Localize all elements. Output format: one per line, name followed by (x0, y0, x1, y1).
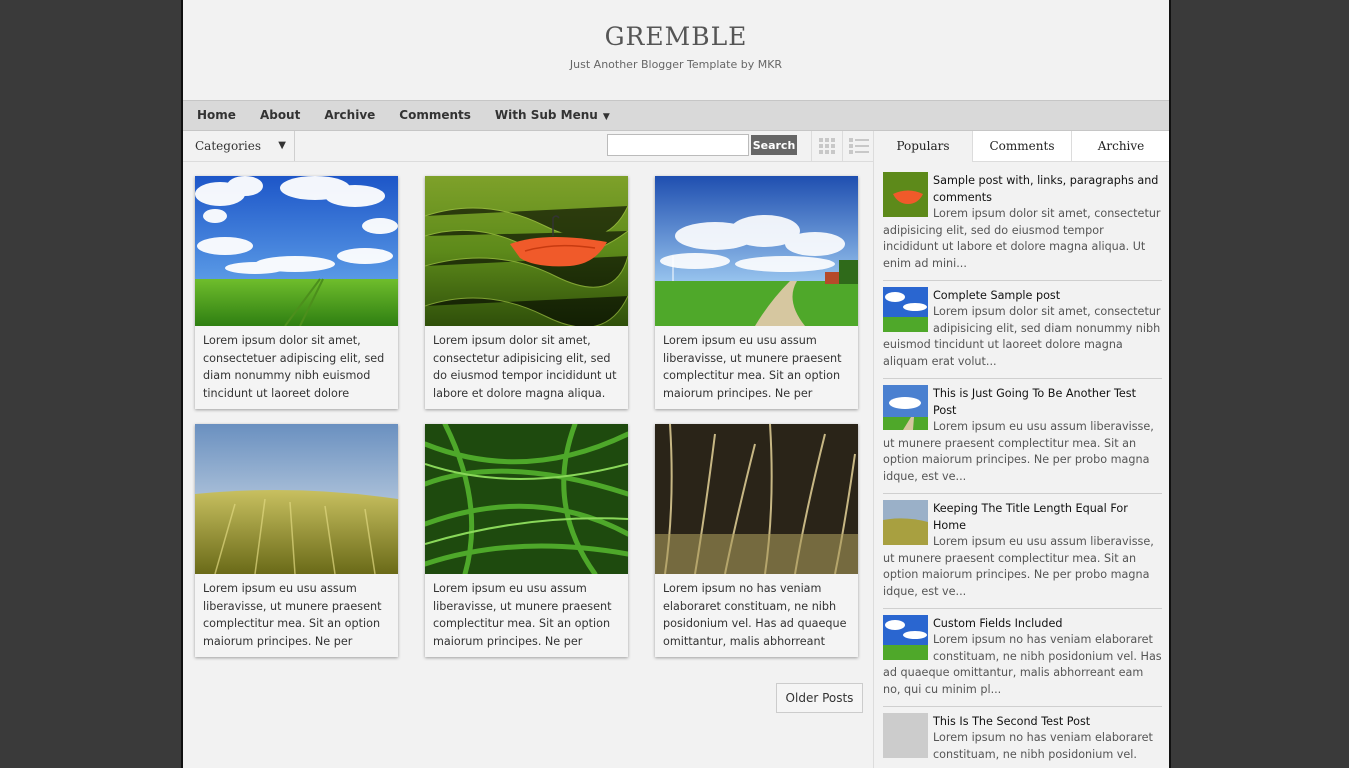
popular-thumbnail[interactable] (883, 500, 928, 545)
popular-thumbnail[interactable] (883, 615, 928, 660)
site-header: GREMBLE Just Another Blogger Template by… (183, 0, 1169, 100)
post-card[interactable]: Lorem ipsum dolor sit amet, consectetuer… (195, 176, 398, 409)
popular-thumbnail-placeholder[interactable] (883, 713, 928, 758)
content-toolbar: Categories ▼ Search (183, 131, 873, 162)
grid-view-icon (819, 138, 835, 154)
categories-dropdown[interactable]: Categories ▼ (183, 131, 295, 161)
list-view-button[interactable] (842, 131, 873, 161)
post-excerpt: Lorem ipsum eu usu assum liberavisse, ut… (433, 582, 612, 648)
sidebar-tabs: Populars Comments Archive (874, 131, 1169, 162)
post-excerpt: Lorem ipsum dolor sit amet, consectetuer… (203, 334, 385, 400)
tab-archive[interactable]: Archive (1071, 131, 1169, 162)
list-view-icon (849, 138, 869, 154)
nav-item-home[interactable]: Home (185, 101, 248, 130)
list-item: This Is The Second Test Post Lorem ipsum… (883, 713, 1162, 768)
post-thumbnail-sky-field[interactable] (195, 176, 398, 326)
popular-thumbnail[interactable] (883, 385, 928, 430)
main-nav: Home About Archive Comments With Sub Men… (183, 100, 1169, 131)
nav-item-about[interactable]: About (248, 101, 312, 130)
nav-item-label: With Sub Menu (494, 108, 598, 122)
list-item: Complete Sample post Lorem ipsum dolor s… (883, 287, 1162, 379)
post-excerpt: Lorem ipsum eu usu assum liberavisse, ut… (663, 334, 842, 400)
post-thumbnail-dry-grass[interactable] (655, 424, 858, 574)
post-card[interactable]: Lorem ipsum eu usu assum liberavisse, ut… (425, 424, 628, 657)
list-item: Keeping The Title Length Equal For Home … (883, 500, 1162, 609)
older-posts-button[interactable]: Older Posts (776, 683, 863, 713)
post-thumbnail-country-road[interactable] (655, 176, 858, 326)
nav-item-archive[interactable]: Archive (312, 101, 387, 130)
site-description: Just Another Blogger Template by MKR (569, 58, 783, 71)
nav-item-sub-menu[interactable]: With Sub Menu ▼ (483, 101, 622, 130)
post-thumbnail-wheat-field[interactable] (195, 424, 398, 574)
post-excerpt: Lorem ipsum eu usu assum liberavisse, ut… (203, 582, 382, 648)
post-card[interactable]: Lorem ipsum dolor sit amet, consectetur … (425, 176, 628, 409)
post-excerpt: Lorem ipsum dolor sit amet, consectetur … (433, 334, 617, 400)
post-thumbnail-umbrella-grass[interactable] (425, 176, 628, 326)
search-button[interactable]: Search (751, 135, 797, 155)
nav-item-label: Home (197, 108, 236, 122)
nav-item-label: Comments (399, 108, 471, 122)
nav-item-label: About (259, 108, 301, 122)
post-excerpt: Lorem ipsum no has veniam elaboraret con… (663, 582, 847, 648)
categories-label: Categories (195, 139, 261, 153)
list-item: Sample post with, links, paragraphs and … (883, 172, 1162, 281)
popular-thumbnail[interactable] (883, 172, 928, 217)
grid-view-button[interactable] (811, 131, 842, 161)
site-title[interactable]: GREMBLE (183, 0, 1169, 51)
page-container: GREMBLE Just Another Blogger Template by… (181, 0, 1171, 768)
sidebar: Populars Comments Archive Sample post wi… (873, 131, 1169, 768)
list-item: Custom Fields Included Lorem ipsum no ha… (883, 615, 1162, 707)
nav-item-label: Archive (324, 108, 376, 122)
caret-down-icon: ▼ (602, 112, 610, 122)
nav-item-comments[interactable]: Comments (387, 101, 483, 130)
main-content: Categories ▼ Search Lorem ipsum dolor si… (183, 131, 873, 768)
post-card[interactable]: Lorem ipsum eu usu assum liberavisse, ut… (195, 424, 398, 657)
search-input[interactable] (607, 134, 749, 156)
popular-posts-list: Sample post with, links, paragraphs and … (874, 162, 1169, 768)
dropdown-arrow-icon: ▼ (278, 140, 286, 151)
popular-thumbnail[interactable] (883, 287, 928, 332)
tab-populars[interactable]: Populars (874, 131, 972, 162)
post-card[interactable]: Lorem ipsum eu usu assum liberavisse, ut… (655, 176, 858, 409)
tab-comments[interactable]: Comments (972, 131, 1071, 162)
list-item: This is Just Going To Be Another Test Po… (883, 385, 1162, 494)
post-card[interactable]: Lorem ipsum no has veniam elaboraret con… (655, 424, 858, 657)
post-thumbnail-dewy-grass[interactable] (425, 424, 628, 574)
